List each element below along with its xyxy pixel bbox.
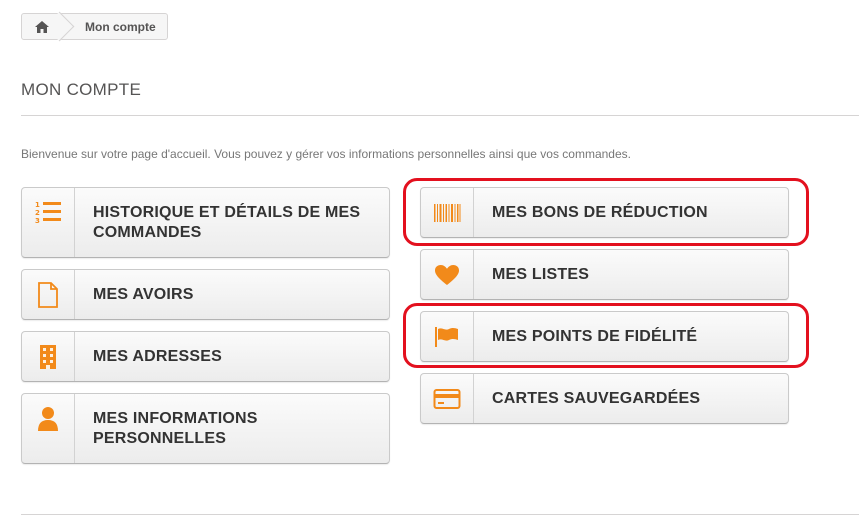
user-icon [38,407,58,431]
svg-text:3: 3 [35,217,40,224]
bottom-divider [21,514,859,515]
addresses-label: MES ADRESSES [93,347,222,365]
credit-slips-button[interactable]: MES AVOIRS [21,269,390,320]
personal-info-button[interactable]: MES INFORMATIONS PERSONNELLES [21,393,390,464]
personal-info-label: MES INFORMATIONS PERSONNELLES [93,409,258,447]
heart-icon [435,264,459,285]
order-history-label: HISTORIQUE ET DÉTAILS DE MES COMMANDES [93,203,361,241]
order-history-button[interactable]: 1 2 3 HISTORIQUE ET DÉTAILS DE MES COMMA… [21,187,390,258]
credit-slips-label: MES AVOIRS [93,285,194,303]
home-icon [34,20,49,33]
highlight-loyalty-points [403,303,809,368]
building-icon [40,344,56,369]
ordered-list-icon: 1 2 3 [35,201,61,224]
svg-text:2: 2 [35,209,40,217]
saved-cards-label: CARTES SAUVEGARDÉES [492,389,701,407]
page-title: MON COMPTE [21,80,142,99]
breadcrumb-current: Mon compte [85,19,156,34]
wishlists-label: MES LISTES [492,265,590,283]
welcome-text: Bienvenue sur votre page d'accueil. Vous… [21,147,631,161]
breadcrumb: Mon compte [21,13,168,40]
document-icon [38,281,58,308]
heading-divider [21,115,859,116]
addresses-button[interactable]: MES ADRESSES [21,331,390,382]
saved-cards-button[interactable]: CARTES SAUVEGARDÉES [420,373,789,424]
highlight-vouchers [403,178,809,246]
credit-card-icon [433,388,461,409]
wishlists-button[interactable]: MES LISTES [420,249,789,300]
svg-text:1: 1 [35,201,40,209]
breadcrumb-home-link[interactable] [22,14,62,39]
